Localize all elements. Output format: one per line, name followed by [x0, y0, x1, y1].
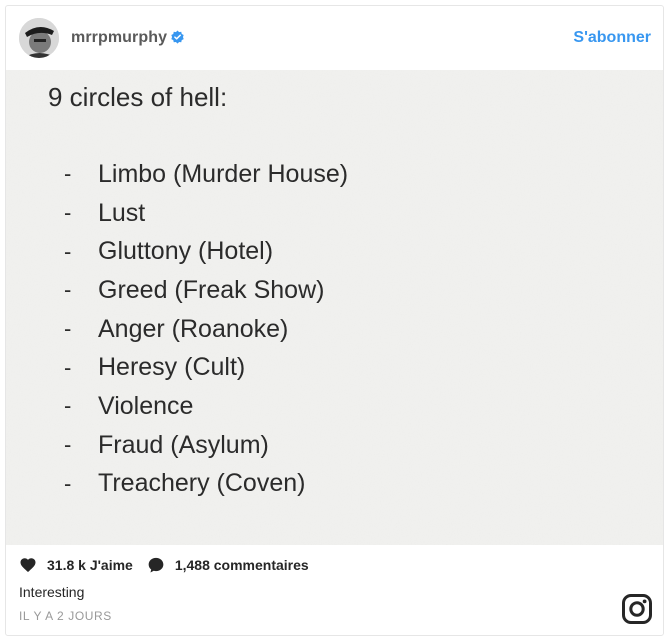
comment-bubble-icon [148, 557, 164, 573]
list-item: - Limbo (Murder House) [64, 155, 348, 194]
list-item: - Heresy (Cult) [64, 348, 348, 387]
comment-button[interactable]: 1,488 commentaires [147, 556, 309, 574]
list-item-text: Violence [98, 391, 194, 420]
post-caption: Interesting [19, 584, 85, 600]
list-item-text: Limbo (Murder House) [98, 159, 349, 188]
list-item-text: Anger (Roanoke) [98, 314, 289, 343]
instagram-icon[interactable] [621, 593, 653, 625]
dash-bullet: - [64, 200, 72, 226]
follow-button[interactable]: S'abonner [573, 29, 651, 47]
dash-bullet: - [64, 354, 72, 380]
post-image[interactable]: 9 circles of hell: - Limbo (Murder House)… [6, 70, 663, 545]
avatar-photo-icon [19, 18, 59, 58]
list-item-text: Heresy (Cult) [98, 353, 246, 382]
list-item-text: Lust [98, 198, 146, 227]
like-button[interactable]: 31.8 k J'aime [19, 556, 133, 574]
list-item-text: Gluttony (Hotel) [98, 237, 274, 266]
dash-bullet: - [64, 238, 72, 264]
like-count: 31.8 k J'aime [47, 557, 133, 573]
list-item-text: Greed (Freak Show) [98, 275, 325, 304]
heart-icon [20, 558, 36, 573]
post-header: mrrpmurphy S'abonner [6, 6, 663, 70]
post-timestamp[interactable]: IL Y A 2 JOURS [19, 609, 112, 623]
dash-bullet: - [64, 277, 72, 303]
note-title: 9 circles of hell: [48, 82, 228, 112]
dash-bullet: - [64, 470, 72, 496]
dash-bullet: - [64, 316, 72, 342]
dash-bullet: - [64, 432, 72, 458]
list-item-text: Treachery (Coven) [98, 469, 306, 498]
embedded-post-card: mrrpmurphy S'abonner 9 circles of hell: … [5, 5, 664, 636]
list-item: - Gluttony (Hotel) [64, 232, 348, 271]
post-actions: 31.8 k J'aime 1,488 commentaires [19, 553, 309, 577]
note-list: - Limbo (Murder House) - Lust - Gluttony (H… [64, 155, 348, 503]
dash-bullet: - [64, 161, 72, 187]
list-item: - Greed (Freak Show) [64, 271, 348, 310]
comment-count: 1,488 commentaires [174, 557, 309, 573]
list-item: - Violence [64, 387, 348, 426]
list-item-text: Fraud (Asylum) [98, 430, 269, 459]
verified-badge-icon [171, 30, 184, 44]
avatar[interactable] [19, 18, 59, 58]
list-item: - Fraud (Asylum) [64, 426, 348, 465]
username[interactable]: mrrpmurphy [71, 29, 167, 47]
dash-bullet: - [64, 393, 72, 419]
list-item: - Lust [64, 194, 348, 233]
list-item: - Anger (Roanoke) [64, 310, 348, 349]
list-item: - Treachery (Coven) [64, 465, 348, 504]
